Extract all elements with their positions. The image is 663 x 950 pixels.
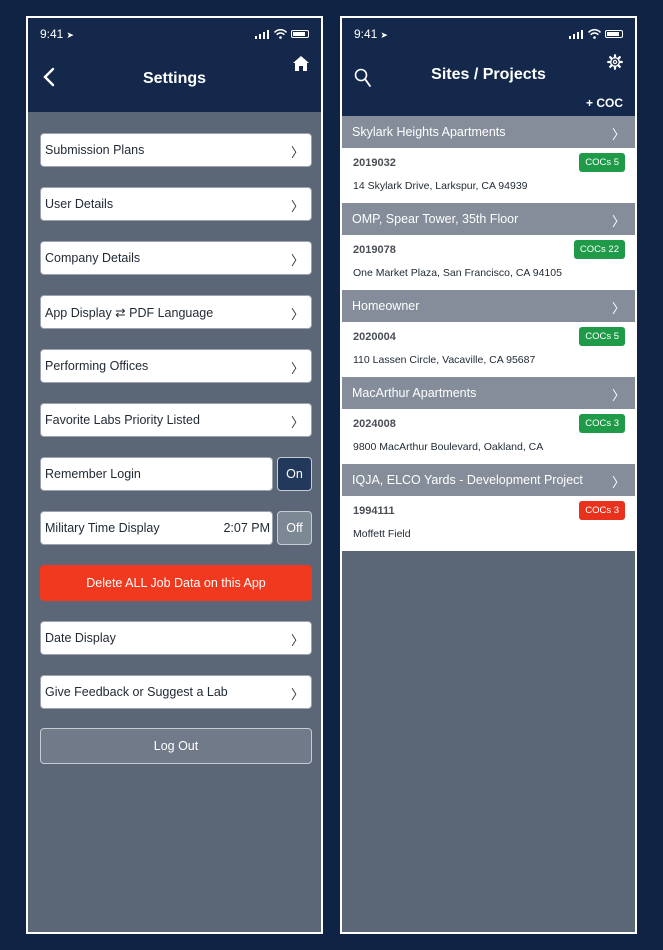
submission-plans-row[interactable]: Submission Plans 〉 (40, 133, 312, 167)
chevron-right-icon: 〉 (290, 361, 304, 376)
add-coc-button[interactable]: + COC (586, 96, 623, 110)
project-row[interactable]: 1994111 COCs 3 Moffett Field (342, 496, 635, 551)
performing-offices-row[interactable]: Performing Offices 〉 (40, 349, 312, 383)
project-name: IQJA, ELCO Yards - Development Project (352, 473, 583, 487)
project-address: 14 Skylark Drive, Larkspur, CA 94939 (353, 180, 528, 192)
project-row[interactable]: 2024008 COCs 3 9800 MacArthur Boulevard, O… (342, 409, 635, 464)
company-details-row[interactable]: Company Details 〉 (40, 241, 312, 275)
page-title: Sites / Projects (431, 66, 546, 83)
remember-login-toggle[interactable]: On (277, 457, 312, 491)
status-time: 9:41 (40, 27, 64, 41)
wifi-icon (588, 29, 601, 39)
battery-icon (605, 30, 623, 38)
project-row[interactable]: 2019032 COCs 5 14 Skylark Drive, Larkspur,… (342, 148, 635, 203)
military-time-toggle[interactable]: Off (277, 511, 312, 545)
status-bar: 9:41 ➤ (342, 18, 635, 52)
language-row[interactable]: App Display ⇄ PDF Language 〉 (40, 295, 312, 329)
home-icon[interactable] (291, 54, 311, 74)
chevron-right-icon: 〉 (611, 388, 625, 403)
location-arrow-icon: ➤ (380, 30, 388, 40)
signal-icon (569, 29, 583, 39)
project-name: Skylark Heights Apartments (352, 125, 506, 139)
coc-count-badge[interactable]: COCs 3 (579, 501, 625, 520)
project-name: MacArthur Apartments (352, 386, 477, 400)
chevron-right-icon: 〉 (290, 415, 304, 430)
settings-screen: 9:41 ➤ Settings Submission Plans 〉 User D… (26, 16, 323, 934)
settings-nav-bar: Settings (28, 52, 321, 112)
military-time-value: 2:07 PM (223, 521, 270, 535)
logout-button[interactable]: Log Out (40, 728, 312, 764)
project-header[interactable]: Skylark Heights Apartments 〉 (342, 116, 635, 148)
project-row[interactable]: 2019078 COCs 22 One Market Plaza, San Fran… (342, 235, 635, 290)
projects-screen: 9:41 ➤ Sites / Projects + COC Skylark He… (340, 16, 637, 934)
signal-icon (255, 29, 269, 39)
chevron-right-icon: 〉 (290, 687, 304, 702)
project-address: 110 Lassen Circle, Vacaville, CA 95687 (353, 354, 536, 366)
project-number: 2019078 (353, 244, 396, 256)
project-header[interactable]: OMP, Spear Tower, 35th Floor 〉 (342, 203, 635, 235)
project-header[interactable]: Homeowner 〉 (342, 290, 635, 322)
coc-count-badge[interactable]: COCs 5 (579, 153, 625, 172)
project-name: OMP, Spear Tower, 35th Floor (352, 212, 519, 226)
user-details-row[interactable]: User Details 〉 (40, 187, 312, 221)
project-number: 2024008 (353, 418, 396, 430)
project-name: Homeowner (352, 299, 420, 313)
chevron-right-icon: 〉 (290, 145, 304, 160)
status-bar: 9:41 ➤ (28, 18, 321, 52)
chevron-right-icon: 〉 (611, 301, 625, 316)
project-number: 2019032 (353, 157, 396, 169)
projects-nav-bar: Sites / Projects + COC (342, 52, 635, 116)
project-address: Moffett Field (353, 528, 411, 540)
page-title: Settings (142, 70, 207, 87)
chevron-right-icon: 〉 (611, 127, 625, 142)
chevron-right-icon: 〉 (290, 199, 304, 214)
project-address: One Market Plaza, San Francisco, CA 9410… (353, 267, 562, 279)
coc-count-badge[interactable]: COCs 5 (579, 327, 625, 346)
coc-count-badge[interactable]: COCs 22 (573, 240, 625, 259)
location-arrow-icon: ➤ (66, 30, 74, 40)
project-header[interactable]: IQJA, ELCO Yards - Development Project 〉 (342, 464, 635, 496)
chevron-right-icon: 〉 (290, 307, 304, 322)
chevron-right-icon: 〉 (290, 253, 304, 268)
feedback-row[interactable]: Give Feedback or Suggest a Lab 〉 (40, 675, 312, 709)
project-row[interactable]: 2020004 COCs 5 110 Lassen Circle, Vacavill… (342, 322, 635, 377)
status-time: 9:41 (354, 27, 378, 41)
project-number: 2020004 (353, 331, 396, 343)
chevron-right-icon: 〉 (611, 475, 625, 490)
wifi-icon (274, 29, 287, 39)
date-display-row[interactable]: Date Display 〉 (40, 621, 312, 655)
military-time-row: Military Time Display 2:07 PM (40, 511, 273, 545)
chevron-right-icon: 〉 (611, 214, 625, 229)
delete-all-data-button[interactable]: Delete ALL Job Data on this App (40, 565, 312, 601)
battery-icon (291, 30, 309, 38)
gear-icon[interactable] (607, 54, 623, 70)
favorite-labs-row[interactable]: Favorite Labs Priority Listed 〉 (40, 403, 312, 437)
chevron-right-icon: 〉 (290, 633, 304, 648)
remember-login-row: Remember Login (40, 457, 273, 491)
coc-count-badge[interactable]: COCs 3 (579, 414, 625, 433)
project-header[interactable]: MacArthur Apartments 〉 (342, 377, 635, 409)
project-number: 1994111 (353, 505, 395, 517)
project-address: 9800 MacArthur Boulevard, Oakland, CA (353, 441, 544, 453)
